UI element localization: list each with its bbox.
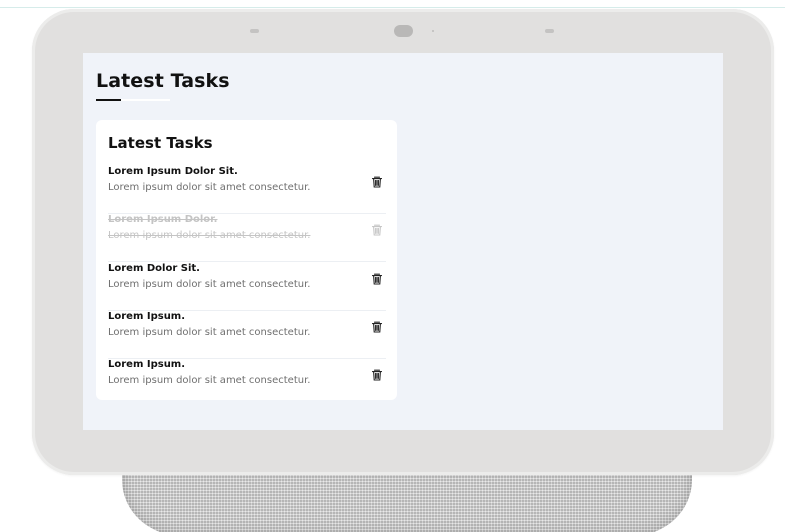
task-title: Lorem Ipsum. [108,359,186,370]
task-description: Lorem ipsum dolor sit amet consectetur. [108,230,311,241]
title-underline-accent [96,99,121,101]
top-divider [0,7,785,8]
trash-icon[interactable] [370,223,384,237]
device-screen: Latest Tasks Latest Tasks Lorem Ipsum Do… [83,53,723,430]
trash-icon[interactable] [370,272,384,286]
task-title: Lorem Ipsum Dolor. [108,214,218,225]
tasks-card: Latest Tasks Lorem Ipsum Dolor Sit. Lore… [96,120,397,400]
task-item[interactable]: Lorem Ipsum. Lorem ipsum dolor sit amet … [108,359,386,407]
trash-icon[interactable] [370,368,384,382]
page-title: Latest Tasks [96,70,230,92]
task-title: Lorem Ipsum Dolor Sit. [108,166,238,177]
task-description: Lorem ipsum dolor sit amet consectetur. [108,279,311,290]
task-item[interactable]: Lorem Ipsum Dolor Sit. Lorem ipsum dolor… [108,166,386,214]
camera-icon [394,25,413,37]
trash-icon[interactable] [370,320,384,334]
title-underline-track [121,99,170,101]
ambient-sensor-right [545,29,554,33]
task-title: Lorem Ipsum. [108,311,186,322]
task-item[interactable]: Lorem Dolor Sit. Lorem ipsum dolor sit a… [108,263,386,311]
trash-icon[interactable] [370,175,384,189]
task-description: Lorem ipsum dolor sit amet consectetur. [108,327,311,338]
ambient-sensor-left [250,29,259,33]
task-description: Lorem ipsum dolor sit amet consectetur. [108,182,311,193]
task-item-completed[interactable]: Lorem Ipsum Dolor. Lorem ipsum dolor sit… [108,214,386,262]
task-title: Lorem Dolor Sit. [108,263,200,274]
card-title: Latest Tasks [108,134,213,152]
indicator-light [432,30,434,32]
task-item[interactable]: Lorem Ipsum. Lorem ipsum dolor sit amet … [108,311,386,359]
task-description: Lorem ipsum dolor sit amet consectetur. [108,375,311,386]
